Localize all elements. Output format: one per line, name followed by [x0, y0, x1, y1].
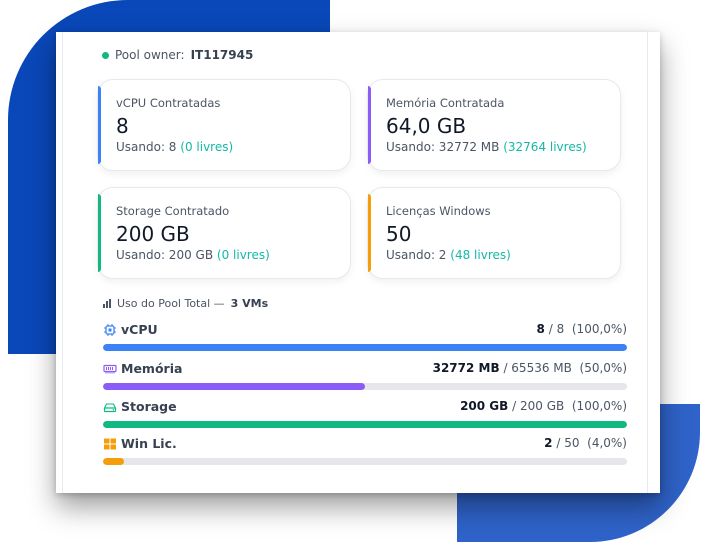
- usage-row-label: vCPU: [121, 322, 158, 337]
- pool-usage-card: Pool owner: IT117945 vCPU Contratadas 8 …: [56, 32, 660, 493]
- stat-usage-text: Usando: 2: [386, 248, 447, 262]
- usage-percent: (100,0%): [571, 399, 627, 413]
- stat-card-windows-licenses: Licenças Windows 50 Usando: 2 (48 livres…: [367, 187, 621, 279]
- usage-progress-track: [103, 421, 627, 428]
- card-content: Pool owner: IT117945 vCPU Contratadas 8 …: [62, 32, 648, 493]
- usage-progress-fill: [103, 458, 124, 465]
- stat-card-memory: Memória Contratada 64,0 GB Usando: 32772…: [367, 79, 621, 171]
- usage-row-values: 8 / 8 (100,0%): [537, 322, 627, 336]
- usage-total: / 8: [548, 322, 565, 336]
- usage-row-values: 2 / 50 (4,0%): [544, 436, 627, 450]
- stat-value: 50: [386, 222, 412, 246]
- stat-usage: Usando: 2 (48 livres): [386, 248, 511, 262]
- stat-label: Storage Contratado: [116, 204, 230, 218]
- pool-usage-title: Uso do Pool Total — 3 VMs: [103, 297, 268, 310]
- usage-used: 2: [544, 436, 553, 450]
- usage-used: 32772 MB: [432, 361, 500, 375]
- pool-owner: Pool owner: IT117945: [102, 48, 253, 62]
- pool-owner-label: Pool owner:: [115, 48, 185, 62]
- stat-usage: Usando: 200 GB (0 livres): [116, 248, 270, 262]
- stat-value: 64,0 GB: [386, 114, 467, 138]
- usage-total: / 50: [556, 436, 580, 450]
- pool-owner-id: IT117945: [190, 48, 254, 62]
- hdd-icon: [103, 402, 117, 412]
- usage-progress-fill: [103, 421, 627, 428]
- stat-usage-text: Usando: 8: [116, 140, 177, 154]
- usage-progress-track: [103, 344, 627, 351]
- stat-usage: Usando: 32772 MB (32764 livres): [386, 140, 587, 154]
- usage-row-name: Win Lic.: [103, 436, 177, 451]
- usage-row-label: Storage: [121, 399, 177, 414]
- stat-free: (32764 livres): [503, 140, 587, 154]
- memory-icon: [103, 364, 117, 373]
- cpu-icon: [104, 323, 116, 336]
- status-dot-icon: [102, 51, 109, 59]
- usage-used: 200 GB: [460, 399, 509, 413]
- stat-label: vCPU Contratadas: [116, 96, 221, 110]
- stat-value: 200 GB: [116, 222, 190, 246]
- usage-row-label: Win Lic.: [121, 436, 177, 451]
- usage-row-name: vCPU: [103, 322, 158, 337]
- usage-row-values: 200 GB / 200 GB (100,0%): [460, 399, 627, 413]
- stat-label: Licenças Windows: [386, 204, 491, 218]
- stat-label: Memória Contratada: [386, 96, 505, 110]
- stat-value: 8: [116, 114, 129, 138]
- usage-progress-track: [103, 383, 627, 390]
- usage-row-label: Memória: [121, 361, 183, 376]
- usage-progress-fill: [103, 383, 365, 390]
- usage-row-windows-licenses: Win Lic. 2 / 50 (4,0%): [103, 436, 627, 476]
- usage-row-vcpu: vCPU 8 / 8 (100,0%): [103, 322, 627, 362]
- stat-usage: Usando: 8 (0 livres): [116, 140, 233, 154]
- stat-free: (48 livres): [450, 248, 511, 262]
- usage-row-memory: Memória 32772 MB / 65536 MB (50,0%): [103, 361, 627, 401]
- stat-usage-text: Usando: 32772 MB: [386, 140, 500, 154]
- usage-row-values: 32772 MB / 65536 MB (50,0%): [433, 361, 627, 375]
- pool-vm-count: 3 VMs: [230, 297, 269, 310]
- usage-progress-fill: [103, 344, 627, 351]
- usage-row-storage: Storage 200 GB / 200 GB (100,0%): [103, 399, 627, 439]
- stat-usage-text: Usando: 200 GB: [116, 248, 214, 262]
- usage-total: / 200 GB: [512, 399, 565, 413]
- usage-percent: (4,0%): [587, 436, 627, 450]
- stat-card-vcpu: vCPU Contratadas 8 Usando: 8 (0 livres): [97, 79, 351, 171]
- stat-free: (0 livres): [216, 248, 270, 262]
- usage-progress-track: [103, 458, 627, 465]
- usage-used: 8: [536, 322, 545, 336]
- usage-row-name: Storage: [103, 399, 177, 414]
- pool-title-text: Uso do Pool Total —: [117, 297, 225, 310]
- windows-icon: [104, 438, 116, 449]
- stat-free: (0 livres): [180, 140, 234, 154]
- usage-row-name: Memória: [103, 361, 182, 376]
- usage-percent: (50,0%): [579, 361, 627, 375]
- bar-chart-icon: [103, 299, 111, 308]
- usage-total: / 65536 MB: [503, 361, 572, 375]
- stat-card-storage: Storage Contratado 200 GB Usando: 200 GB…: [97, 187, 351, 279]
- usage-percent: (100,0%): [571, 322, 627, 336]
